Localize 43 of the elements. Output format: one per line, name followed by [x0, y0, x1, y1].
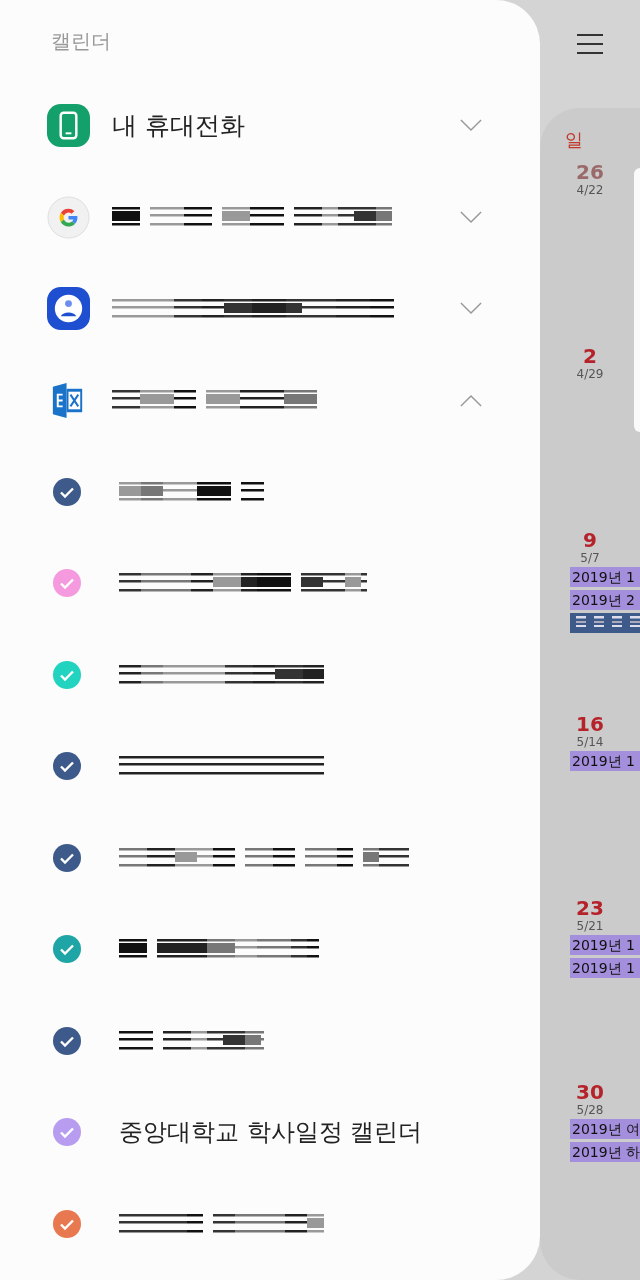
event-chip[interactable]: 2019년 하 [570, 1142, 640, 1162]
event-chip[interactable]: 2019년 1 [570, 958, 640, 978]
account-row[interactable]: 내 휴대전화 [0, 80, 540, 172]
checkbox[interactable] [53, 1026, 81, 1055]
day-number[interactable]: 2 [570, 344, 610, 368]
lunar-date: 5/14 [575, 736, 605, 748]
checkbox[interactable] [53, 569, 81, 598]
event-chip[interactable]: 2019년 1 [570, 567, 640, 587]
person-icon [47, 287, 90, 331]
day-number[interactable]: 30 [570, 1080, 610, 1104]
lunar-date: 5/21 [575, 920, 605, 932]
day-number[interactable]: 23 [570, 896, 610, 920]
checkbox[interactable] [53, 1118, 81, 1147]
menu-icon [577, 33, 603, 55]
lunar-date: 5/7 [579, 552, 601, 564]
account-name: 내 휴대전화 [112, 110, 246, 143]
event-chip[interactable]: 2019년 여 [570, 1119, 640, 1139]
phone-icon [47, 104, 90, 148]
calendar-row[interactable]: 중앙대학교 학사일정 캘린더 [0, 1086, 540, 1178]
checkbox[interactable] [53, 660, 81, 689]
google-logo-icon [47, 195, 90, 239]
checkbox[interactable] [53, 1209, 81, 1238]
weekday-label: 일 [564, 128, 584, 150]
day-number[interactable]: 9 [570, 528, 610, 552]
event-chip[interactable]: 2019년 1 [570, 935, 640, 955]
checkbox[interactable] [53, 752, 81, 781]
event-chip[interactable]: 2019년 2 [570, 590, 640, 610]
checkbox[interactable] [53, 843, 81, 872]
event-chip[interactable]: 2019년 1 [570, 751, 640, 771]
lunar-date: 4/22 [575, 184, 605, 196]
day-number[interactable]: 16 [570, 712, 610, 736]
drawer-title: 캘린더 [50, 28, 112, 55]
checkbox[interactable] [53, 477, 81, 506]
lunar-date: 5/28 [575, 1104, 605, 1116]
calendar-name: 중앙대학교 학사일정 캘린더 [119, 1117, 423, 1149]
checkbox[interactable] [53, 935, 81, 964]
collapse-icon[interactable] [460, 393, 482, 407]
redacted-event-chip[interactable] [570, 613, 640, 633]
expand-icon[interactable] [460, 302, 482, 316]
lunar-date: 4/29 [575, 368, 605, 380]
menu-button[interactable] [575, 32, 605, 56]
expand-icon[interactable] [460, 119, 482, 133]
expand-icon[interactable] [460, 210, 482, 224]
